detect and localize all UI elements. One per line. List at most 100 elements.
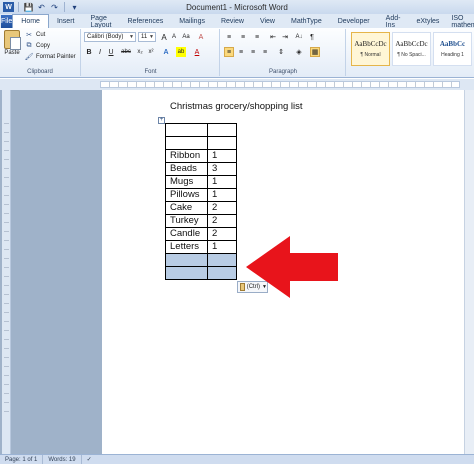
font-size-combo[interactable]: 11 ▼ xyxy=(138,32,156,42)
copy-button[interactable]: ⧉ Copy xyxy=(25,41,51,51)
font-name-combo[interactable]: Calibri (Body) ▼ xyxy=(84,32,136,42)
font-color-button[interactable]: A xyxy=(192,47,202,57)
style-heading-1[interactable]: AaBbCc Heading 1 xyxy=(433,32,472,66)
table-row[interactable]: Ribbon 1 xyxy=(165,149,237,163)
bold-button[interactable]: B xyxy=(84,47,94,57)
item-cell[interactable]: Mugs xyxy=(165,175,208,189)
tab-iso-mathematics[interactable]: ISO mathematics xyxy=(447,15,474,29)
item-cell[interactable] xyxy=(165,136,208,150)
sort-icon[interactable]: A↓ xyxy=(294,32,304,42)
proofing-icon[interactable]: ✓ xyxy=(82,455,97,464)
table-row[interactable] xyxy=(165,266,237,280)
quantity-cell[interactable]: 1 xyxy=(207,149,237,163)
format-painter-button[interactable]: 🖌 Format Painter xyxy=(25,52,76,62)
item-cell[interactable] xyxy=(165,266,208,280)
save-icon[interactable]: 💾 xyxy=(23,2,34,12)
quantity-cell[interactable]: 1 xyxy=(207,188,237,202)
item-cell[interactable]: Candle xyxy=(165,227,208,241)
customize-qat-icon[interactable]: ▾ xyxy=(69,2,80,12)
table-row[interactable]: Mugs 1 xyxy=(165,175,237,189)
underline-button[interactable]: U xyxy=(106,47,116,57)
vertical-ruler[interactable] xyxy=(2,90,11,454)
line-spacing-icon[interactable]: ⇕ xyxy=(276,47,286,57)
item-cell[interactable] xyxy=(165,253,208,267)
shrink-font-button[interactable]: A xyxy=(169,32,179,42)
table-row[interactable]: Cake 2 xyxy=(165,201,237,215)
word-icon[interactable]: W xyxy=(3,2,14,12)
text-effects-button[interactable]: A xyxy=(161,47,171,57)
style-normal[interactable]: AaBbCcDc ¶ Normal xyxy=(351,32,390,66)
grow-font-button[interactable]: A xyxy=(159,32,169,42)
numbering-icon[interactable]: ≡ xyxy=(238,32,248,42)
show-formatting-icon[interactable]: ¶ xyxy=(307,32,317,42)
status-words[interactable]: Words: 19 xyxy=(43,454,82,464)
highlight-button[interactable]: ab xyxy=(176,47,186,57)
document-heading[interactable]: Christmas grocery/shopping list xyxy=(170,101,303,112)
undo-icon[interactable]: ↶ xyxy=(36,2,47,12)
decrease-indent-icon[interactable]: ⇤ xyxy=(268,32,278,42)
tab-insert[interactable]: Insert xyxy=(49,15,83,28)
table-row[interactable]: Beads 3 xyxy=(165,162,237,176)
status-page[interactable]: Page: 1 of 1 xyxy=(0,454,44,464)
item-cell[interactable]: Pillows xyxy=(165,188,208,202)
justify-icon[interactable]: ≡ xyxy=(260,47,270,57)
item-cell[interactable]: Letters xyxy=(165,240,208,254)
ruler-ticks xyxy=(101,82,459,87)
table-row[interactable]: Candle 2 xyxy=(165,227,237,241)
quantity-cell[interactable]: 2 xyxy=(207,201,237,215)
strikethrough-button[interactable]: abc xyxy=(119,47,133,57)
tab-page-layout[interactable]: Page Layout xyxy=(82,15,119,29)
quantity-cell[interactable]: 1 xyxy=(207,175,237,189)
quantity-cell[interactable] xyxy=(207,136,237,150)
change-case-button[interactable]: Aa xyxy=(181,32,191,42)
clear-formatting-button[interactable]: A xyxy=(196,32,206,42)
table-row[interactable]: Turkey 2 xyxy=(165,214,237,228)
quantity-cell[interactable] xyxy=(207,253,237,267)
horizontal-ruler[interactable] xyxy=(100,81,460,88)
tab-review[interactable]: Review xyxy=(213,15,252,28)
subscript-button[interactable]: x₂ xyxy=(135,47,145,57)
tab-home[interactable]: Home xyxy=(12,14,49,28)
quantity-cell[interactable]: 2 xyxy=(207,227,237,241)
quantity-cell[interactable]: 3 xyxy=(207,162,237,176)
align-left-icon[interactable]: ≡ xyxy=(224,47,234,57)
tab-developer[interactable]: Developer xyxy=(330,15,378,28)
tab-mathtype[interactable]: MathType xyxy=(283,15,330,28)
tab-view[interactable]: View xyxy=(252,15,283,28)
tab-references[interactable]: References xyxy=(120,15,172,28)
shading-icon[interactable]: ◈ xyxy=(294,47,304,57)
table-row[interactable] xyxy=(165,123,237,137)
tab-mailings[interactable]: Mailings xyxy=(171,15,213,28)
grocery-table[interactable]: Ribbon 1 Beads 3 Mugs 1 Pillows 1 Cake 2 Turkey 2 Ca… xyxy=(165,123,237,280)
multilevel-list-icon[interactable]: ≡ xyxy=(252,32,262,42)
quantity-cell[interactable]: 1 xyxy=(207,240,237,254)
tab-file[interactable]: File xyxy=(1,15,13,28)
align-right-icon[interactable]: ≡ xyxy=(248,47,258,57)
paste-button[interactable]: Paste xyxy=(2,30,22,62)
item-cell[interactable] xyxy=(165,123,208,137)
table-move-handle-icon[interactable]: + xyxy=(158,117,165,124)
item-cell[interactable]: Turkey xyxy=(165,214,208,228)
table-row[interactable] xyxy=(165,136,237,150)
redo-icon[interactable]: ↷ xyxy=(49,2,60,12)
table-row[interactable] xyxy=(165,253,237,267)
borders-icon[interactable]: ▦ xyxy=(310,47,320,57)
item-cell[interactable]: Cake xyxy=(165,201,208,215)
quantity-cell[interactable] xyxy=(207,123,237,137)
table-row[interactable]: Letters 1 xyxy=(165,240,237,254)
table-row[interactable]: Pillows 1 xyxy=(165,188,237,202)
italic-button[interactable]: I xyxy=(95,47,105,57)
increase-indent-icon[interactable]: ⇥ xyxy=(280,32,290,42)
align-center-icon[interactable]: ≡ xyxy=(236,47,246,57)
quantity-cell[interactable] xyxy=(207,266,237,280)
cut-button[interactable]: ✂ Cut xyxy=(25,30,45,40)
bullets-icon[interactable]: ≡ xyxy=(224,32,234,42)
superscript-button[interactable]: x² xyxy=(146,47,156,57)
tab-add-ins[interactable]: Add-Ins xyxy=(378,15,409,29)
vertical-scrollbar[interactable] xyxy=(464,90,474,454)
style-no-spacing[interactable]: AaBbCcDc ¶ No Spaci... xyxy=(392,32,431,66)
item-cell[interactable]: Ribbon xyxy=(165,149,208,163)
item-cell[interactable]: Beads xyxy=(165,162,208,176)
quantity-cell[interactable]: 2 xyxy=(207,214,237,228)
tab-extyles[interactable]: eXtyles xyxy=(408,15,447,28)
